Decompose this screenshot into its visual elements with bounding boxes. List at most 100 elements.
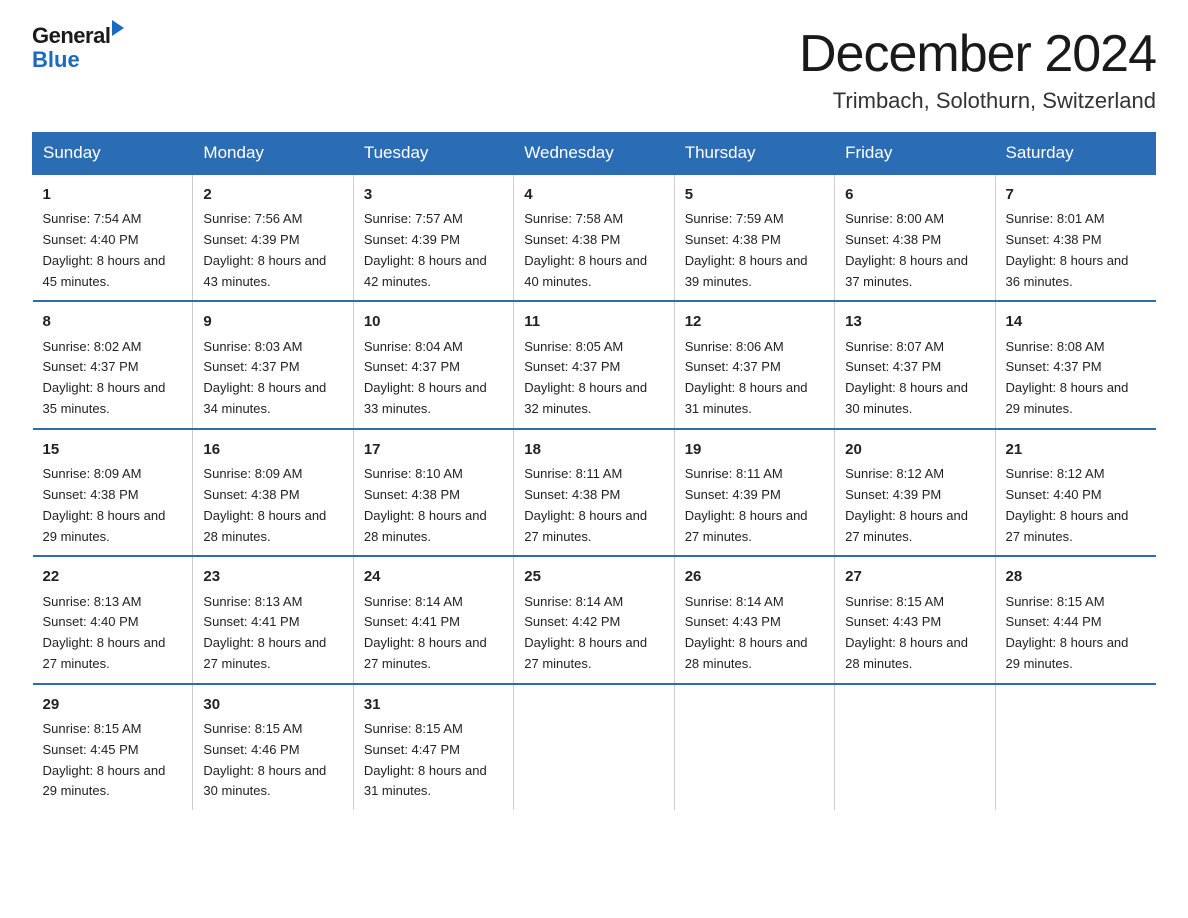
day-info: Sunrise: 7:56 AMSunset: 4:39 PMDaylight:… <box>203 209 342 292</box>
day-info: Sunrise: 8:13 AMSunset: 4:41 PMDaylight:… <box>203 592 342 675</box>
day-cell: 5Sunrise: 7:59 AMSunset: 4:38 PMDaylight… <box>674 174 834 301</box>
day-cell: 30 Sunrise: 8:15 AMSunset: 4:46 PMDayligh… <box>193 684 353 810</box>
day-cell: 14Sunrise: 8:08 AMSunset: 4:37 PMDayligh… <box>995 301 1155 428</box>
day-info: Sunrise: 8:09 AMSunset: 4:38 PMDaylight:… <box>203 464 342 547</box>
day-cell: 10 Sunrise: 8:04 AMSunset: 4:37 PMDayligh… <box>353 301 513 428</box>
calendar-body: 1 Sunrise: 7:54 AMSunset: 4:40 PMDaylight… <box>33 174 1156 810</box>
day-cell <box>674 684 834 810</box>
day-info: Sunrise: 8:14 AMSunset: 4:43 PMDaylight:… <box>685 592 824 675</box>
day-number: 21 <box>1006 438 1146 461</box>
day-info: Sunrise: 8:15 AMSunset: 4:43 PMDaylight:… <box>845 592 984 675</box>
day-cell: 22Sunrise: 8:13 AMSunset: 4:40 PMDayligh… <box>33 556 193 683</box>
day-number: 24 <box>364 565 503 588</box>
day-info: Sunrise: 8:02 AMSunset: 4:37 PMDaylight:… <box>43 337 183 420</box>
logo-arrow-icon <box>112 20 124 36</box>
day-info: Sunrise: 8:11 AMSunset: 4:39 PMDaylight:… <box>685 464 824 547</box>
day-info: Sunrise: 8:15 AMSunset: 4:47 PMDaylight:… <box>364 719 503 802</box>
day-cell: 8 Sunrise: 8:02 AMSunset: 4:37 PMDaylight… <box>33 301 193 428</box>
header-cell-tuesday: Tuesday <box>353 133 513 175</box>
day-info: Sunrise: 8:01 AMSunset: 4:38 PMDaylight:… <box>1006 209 1146 292</box>
day-cell <box>835 684 995 810</box>
day-cell <box>995 684 1155 810</box>
day-cell: 24 Sunrise: 8:14 AMSunset: 4:41 PMDayligh… <box>353 556 513 683</box>
day-number: 19 <box>685 438 824 461</box>
day-cell: 29 Sunrise: 8:15 AMSunset: 4:45 PMDayligh… <box>33 684 193 810</box>
logo: General Blue <box>32 24 124 72</box>
day-number: 15 <box>43 438 183 461</box>
day-cell: 16 Sunrise: 8:09 AMSunset: 4:38 PMDayligh… <box>193 429 353 556</box>
day-cell: 21 Sunrise: 8:12 AMSunset: 4:40 PMDayligh… <box>995 429 1155 556</box>
day-info: Sunrise: 8:04 AMSunset: 4:37 PMDaylight:… <box>364 337 503 420</box>
day-cell: 26 Sunrise: 8:14 AMSunset: 4:43 PMDayligh… <box>674 556 834 683</box>
day-cell: 13 Sunrise: 8:07 AMSunset: 4:37 PMDayligh… <box>835 301 995 428</box>
day-info: Sunrise: 8:14 AMSunset: 4:41 PMDaylight:… <box>364 592 503 675</box>
day-number: 18 <box>524 438 663 461</box>
day-number: 9 <box>203 310 342 333</box>
day-cell: 12Sunrise: 8:06 AMSunset: 4:37 PMDayligh… <box>674 301 834 428</box>
day-number: 17 <box>364 438 503 461</box>
week-row-5: 29 Sunrise: 8:15 AMSunset: 4:45 PMDayligh… <box>33 684 1156 810</box>
header-cell-thursday: Thursday <box>674 133 834 175</box>
day-info: Sunrise: 8:12 AMSunset: 4:40 PMDaylight:… <box>1006 464 1146 547</box>
day-info: Sunrise: 8:15 AMSunset: 4:45 PMDaylight:… <box>43 719 183 802</box>
day-number: 20 <box>845 438 984 461</box>
day-cell: 20Sunrise: 8:12 AMSunset: 4:39 PMDayligh… <box>835 429 995 556</box>
day-info: Sunrise: 8:05 AMSunset: 4:37 PMDaylight:… <box>524 337 663 420</box>
day-number: 12 <box>685 310 824 333</box>
day-cell: 23 Sunrise: 8:13 AMSunset: 4:41 PMDayligh… <box>193 556 353 683</box>
header-cell-saturday: Saturday <box>995 133 1155 175</box>
day-number: 8 <box>43 310 183 333</box>
day-info: Sunrise: 7:54 AMSunset: 4:40 PMDaylight:… <box>43 209 183 292</box>
day-info: Sunrise: 8:15 AMSunset: 4:44 PMDaylight:… <box>1006 592 1146 675</box>
day-cell: 4 Sunrise: 7:58 AMSunset: 4:38 PMDaylight… <box>514 174 674 301</box>
day-number: 28 <box>1006 565 1146 588</box>
header-cell-wednesday: Wednesday <box>514 133 674 175</box>
header: General Blue December 2024 Trimbach, Sol… <box>32 24 1156 114</box>
day-number: 10 <box>364 310 503 333</box>
day-info: Sunrise: 8:11 AMSunset: 4:38 PMDaylight:… <box>524 464 663 547</box>
day-info: Sunrise: 7:58 AMSunset: 4:38 PMDaylight:… <box>524 209 663 292</box>
day-cell: 7Sunrise: 8:01 AMSunset: 4:38 PMDaylight… <box>995 174 1155 301</box>
calendar-table: SundayMondayTuesdayWednesdayThursdayFrid… <box>32 132 1156 810</box>
title-area: December 2024 Trimbach, Solothurn, Switz… <box>799 24 1156 114</box>
week-row-3: 15 Sunrise: 8:09 AMSunset: 4:38 PMDayligh… <box>33 429 1156 556</box>
day-info: Sunrise: 8:15 AMSunset: 4:46 PMDaylight:… <box>203 719 342 802</box>
header-cell-sunday: Sunday <box>33 133 193 175</box>
day-number: 3 <box>364 183 503 206</box>
day-info: Sunrise: 8:14 AMSunset: 4:42 PMDaylight:… <box>524 592 663 675</box>
day-cell: 31 Sunrise: 8:15 AMSunset: 4:47 PMDayligh… <box>353 684 513 810</box>
logo-general-text: General <box>32 24 110 48</box>
day-info: Sunrise: 7:57 AMSunset: 4:39 PMDaylight:… <box>364 209 503 292</box>
month-title: December 2024 <box>799 24 1156 84</box>
logo-blue-text: Blue <box>32 48 80 72</box>
location-title: Trimbach, Solothurn, Switzerland <box>799 88 1156 114</box>
day-number: 26 <box>685 565 824 588</box>
day-cell: 19 Sunrise: 8:11 AMSunset: 4:39 PMDayligh… <box>674 429 834 556</box>
calendar-header: SundayMondayTuesdayWednesdayThursdayFrid… <box>33 133 1156 175</box>
day-info: Sunrise: 8:09 AMSunset: 4:38 PMDaylight:… <box>43 464 183 547</box>
day-number: 4 <box>524 183 663 206</box>
day-info: Sunrise: 8:10 AMSunset: 4:38 PMDaylight:… <box>364 464 503 547</box>
day-info: Sunrise: 8:00 AMSunset: 4:38 PMDaylight:… <box>845 209 984 292</box>
week-row-2: 8 Sunrise: 8:02 AMSunset: 4:37 PMDaylight… <box>33 301 1156 428</box>
day-number: 29 <box>43 693 183 716</box>
week-row-4: 22Sunrise: 8:13 AMSunset: 4:40 PMDayligh… <box>33 556 1156 683</box>
day-cell <box>514 684 674 810</box>
day-cell: 25Sunrise: 8:14 AMSunset: 4:42 PMDayligh… <box>514 556 674 683</box>
header-cell-friday: Friday <box>835 133 995 175</box>
day-number: 13 <box>845 310 984 333</box>
day-number: 5 <box>685 183 824 206</box>
day-info: Sunrise: 8:07 AMSunset: 4:37 PMDaylight:… <box>845 337 984 420</box>
header-row: SundayMondayTuesdayWednesdayThursdayFrid… <box>33 133 1156 175</box>
day-number: 22 <box>43 565 183 588</box>
day-number: 16 <box>203 438 342 461</box>
day-cell: 18 Sunrise: 8:11 AMSunset: 4:38 PMDayligh… <box>514 429 674 556</box>
day-number: 6 <box>845 183 984 206</box>
day-number: 23 <box>203 565 342 588</box>
day-number: 30 <box>203 693 342 716</box>
day-number: 31 <box>364 693 503 716</box>
day-number: 1 <box>43 183 183 206</box>
day-cell: 3 Sunrise: 7:57 AMSunset: 4:39 PMDaylight… <box>353 174 513 301</box>
day-number: 11 <box>524 310 663 333</box>
day-cell: 11 Sunrise: 8:05 AMSunset: 4:37 PMDayligh… <box>514 301 674 428</box>
